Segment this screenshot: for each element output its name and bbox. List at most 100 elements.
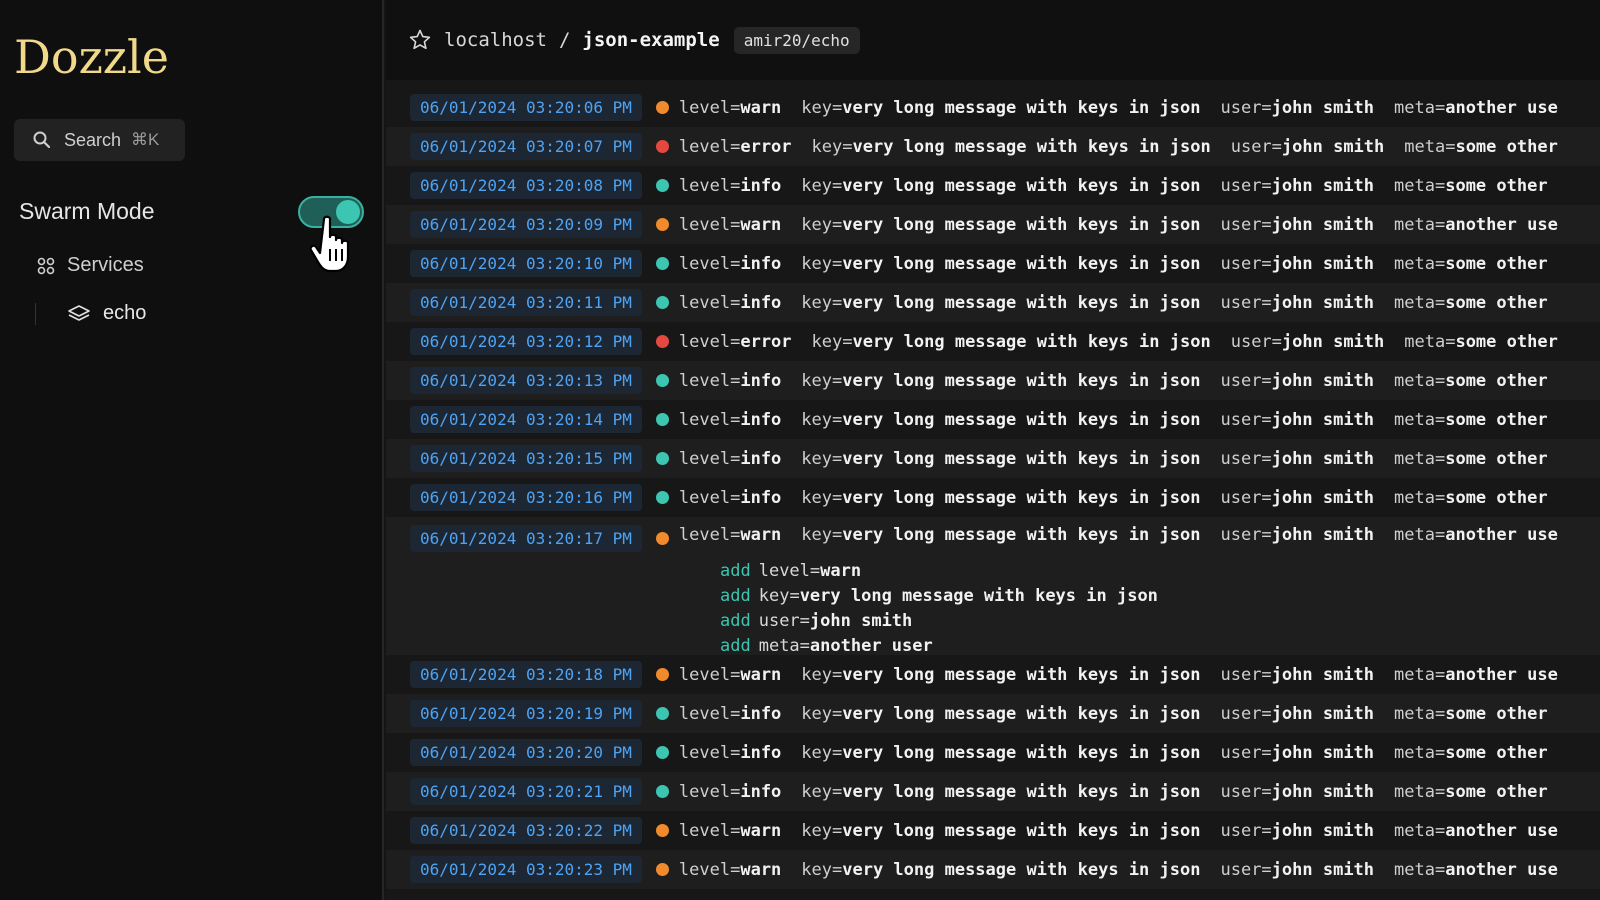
field-key: key=very long message with keys in json — [801, 175, 1201, 196]
field-value: very long message with keys in json — [842, 742, 1201, 763]
log-row[interactable]: 06/01/2024 03:20:11 PM level=info key=very… — [386, 283, 1600, 322]
log-list[interactable]: 06/01/2024 03:20:06 PM level=warn key=very… — [386, 88, 1600, 889]
log-row[interactable]: 06/01/2024 03:20:14 PM level=info key=very… — [386, 400, 1600, 439]
log-row[interactable]: 06/01/2024 03:20:13 PM level=info key=very… — [386, 361, 1600, 400]
log-timestamp: 06/01/2024 03:20:07 PM — [410, 133, 642, 160]
field-user: user=john smith — [1220, 448, 1375, 469]
log-row[interactable]: 06/01/2024 03:20:09 PM level=warn key=very… — [386, 205, 1600, 244]
search-button[interactable]: Search ⌘K — [14, 119, 185, 161]
field-meta: meta=some other — [1404, 331, 1558, 352]
field-user: user=john smith — [1220, 292, 1375, 313]
log-timestamp: 06/01/2024 03:20:06 PM — [410, 94, 642, 121]
swarm-mode-label: Swarm Mode — [19, 198, 155, 224]
level-indicator-dot — [655, 218, 669, 231]
log-timestamp: 06/01/2024 03:20:22 PM — [410, 817, 642, 844]
field-key: key=very long message with keys in json — [801, 253, 1201, 274]
field-user: user=john smith — [1220, 820, 1375, 841]
log-row[interactable]: 06/01/2024 03:20:17 PM level=warn key=very… — [386, 517, 1600, 655]
log-row[interactable]: 06/01/2024 03:20:07 PM level=error key=ver… — [386, 127, 1600, 166]
sidebar: Dozzle Search ⌘K Swarm Mode Services ech… — [0, 0, 384, 900]
log-row[interactable]: 06/01/2024 03:20:12 PM level=error key=ver… — [386, 322, 1600, 361]
field-level: level=warn — [678, 97, 782, 118]
log-row[interactable]: 06/01/2024 03:20:06 PM level=warn key=very… — [386, 88, 1600, 127]
sidebar-item-services[interactable]: Services — [37, 254, 144, 277]
services-grid-icon — [37, 257, 55, 274]
log-row[interactable]: 06/01/2024 03:20:23 PM level=warn key=very… — [386, 850, 1600, 889]
field-value: some other — [1455, 331, 1558, 352]
star-icon[interactable] — [408, 28, 432, 52]
log-message: level=warn key=very long message with key… — [679, 525, 1578, 545]
field-meta: meta=some other — [1404, 136, 1558, 157]
level-indicator-dot — [655, 413, 669, 426]
diff-line: add meta=another user — [720, 636, 933, 655]
field-value: some other — [1455, 136, 1558, 157]
log-row[interactable]: 06/01/2024 03:20:18 PM level=warn key=very… — [386, 655, 1600, 694]
breadcrumb-separator: / — [558, 29, 571, 51]
field-level: level=info — [678, 370, 782, 391]
log-message: level=info key=very long message with key… — [679, 449, 1568, 469]
field-value: info — [740, 370, 782, 391]
field-key: key=very long message with keys in json — [801, 820, 1201, 841]
field-user: user=john smith — [1230, 136, 1385, 157]
field-user: user=john smith — [1220, 859, 1375, 880]
level-indicator-dot — [655, 179, 669, 192]
log-message: level=info key=very long message with key… — [679, 743, 1568, 763]
field-user: user=john smith — [1220, 175, 1375, 196]
field-value: some other — [1445, 175, 1548, 196]
log-row[interactable]: 06/01/2024 03:20:10 PM level=info key=very… — [386, 244, 1600, 283]
field-value: very long message with keys in json — [842, 409, 1201, 430]
field-user: user=john smith — [1220, 370, 1375, 391]
level-indicator-dot — [655, 668, 669, 681]
host-name[interactable]: localhost — [444, 29, 547, 51]
sidebar-item-echo[interactable]: echo — [67, 302, 146, 325]
field-value: very long message with keys in json — [842, 859, 1201, 880]
field-value: john smith — [1271, 742, 1375, 763]
log-timestamp: 06/01/2024 03:20:21 PM — [410, 778, 642, 805]
field-level: level=info — [678, 703, 782, 724]
field-value: very long message with keys in json — [842, 525, 1201, 545]
field-user: user=john smith — [1220, 781, 1375, 802]
log-row[interactable]: 06/01/2024 03:20:08 PM level=info key=very… — [386, 166, 1600, 205]
log-row[interactable]: 06/01/2024 03:20:19 PM level=info key=very… — [386, 694, 1600, 733]
field-value: info — [740, 253, 782, 274]
level-indicator-dot — [655, 707, 669, 720]
field-value: very long message with keys in json — [852, 331, 1211, 352]
log-row[interactable]: 06/01/2024 03:20:16 PM level=info key=very… — [386, 478, 1600, 517]
log-message: level=error key=very long message with ke… — [679, 332, 1578, 352]
log-row[interactable]: 06/01/2024 03:20:22 PM level=warn key=very… — [386, 811, 1600, 850]
field-value: error — [740, 136, 792, 157]
field-value: very long message with keys in json — [842, 448, 1201, 469]
log-message: level=warn key=very long message with key… — [679, 98, 1578, 118]
field-key: key=very long message with keys in json — [801, 409, 1201, 430]
field-key: key=very long message with keys in json — [811, 136, 1211, 157]
field-meta: meta=another use — [1394, 820, 1558, 841]
field-value: john smith — [1271, 664, 1375, 685]
log-row[interactable]: 06/01/2024 03:20:21 PM level=info key=very… — [386, 772, 1600, 811]
log-viewer: localhost / json-example amir20/echo 06/… — [386, 0, 1600, 900]
log-message: level=warn key=very long message with key… — [679, 821, 1578, 841]
level-indicator-dot — [655, 491, 669, 504]
log-message: level=info key=very long message with key… — [679, 704, 1568, 724]
field-value: another use — [1445, 664, 1558, 685]
field-meta: meta=some other — [1394, 409, 1548, 430]
log-diff: add level=warn add key=very long message wi… — [720, 559, 1158, 655]
field-value: info — [740, 487, 782, 508]
field-value: warn — [740, 97, 782, 118]
log-row[interactable]: 06/01/2024 03:20:20 PM level=info key=very… — [386, 733, 1600, 772]
field-level: level=error — [678, 331, 792, 352]
log-timestamp: 06/01/2024 03:20:23 PM — [410, 856, 642, 883]
field-key: key=very long message with keys in json — [801, 292, 1201, 313]
field-user: user=john smith — [1220, 703, 1375, 724]
field-value: very long message with keys in json — [842, 214, 1201, 235]
log-row[interactable]: 06/01/2024 03:20:15 PM level=info key=very… — [386, 439, 1600, 478]
field-value: very long message with keys in json — [842, 292, 1201, 313]
field-value: john smith — [1271, 370, 1375, 391]
field-key: key=very long message with keys in json — [801, 97, 1201, 118]
app-logo[interactable]: Dozzle — [14, 30, 169, 84]
container-header: localhost / json-example amir20/echo — [386, 0, 1600, 80]
log-message: level=info key=very long message with key… — [679, 371, 1568, 391]
field-level: level=info — [678, 448, 782, 469]
field-value: info — [740, 175, 782, 196]
field-meta: meta=some other — [1394, 292, 1548, 313]
diff-line: add user=john smith — [720, 611, 913, 631]
